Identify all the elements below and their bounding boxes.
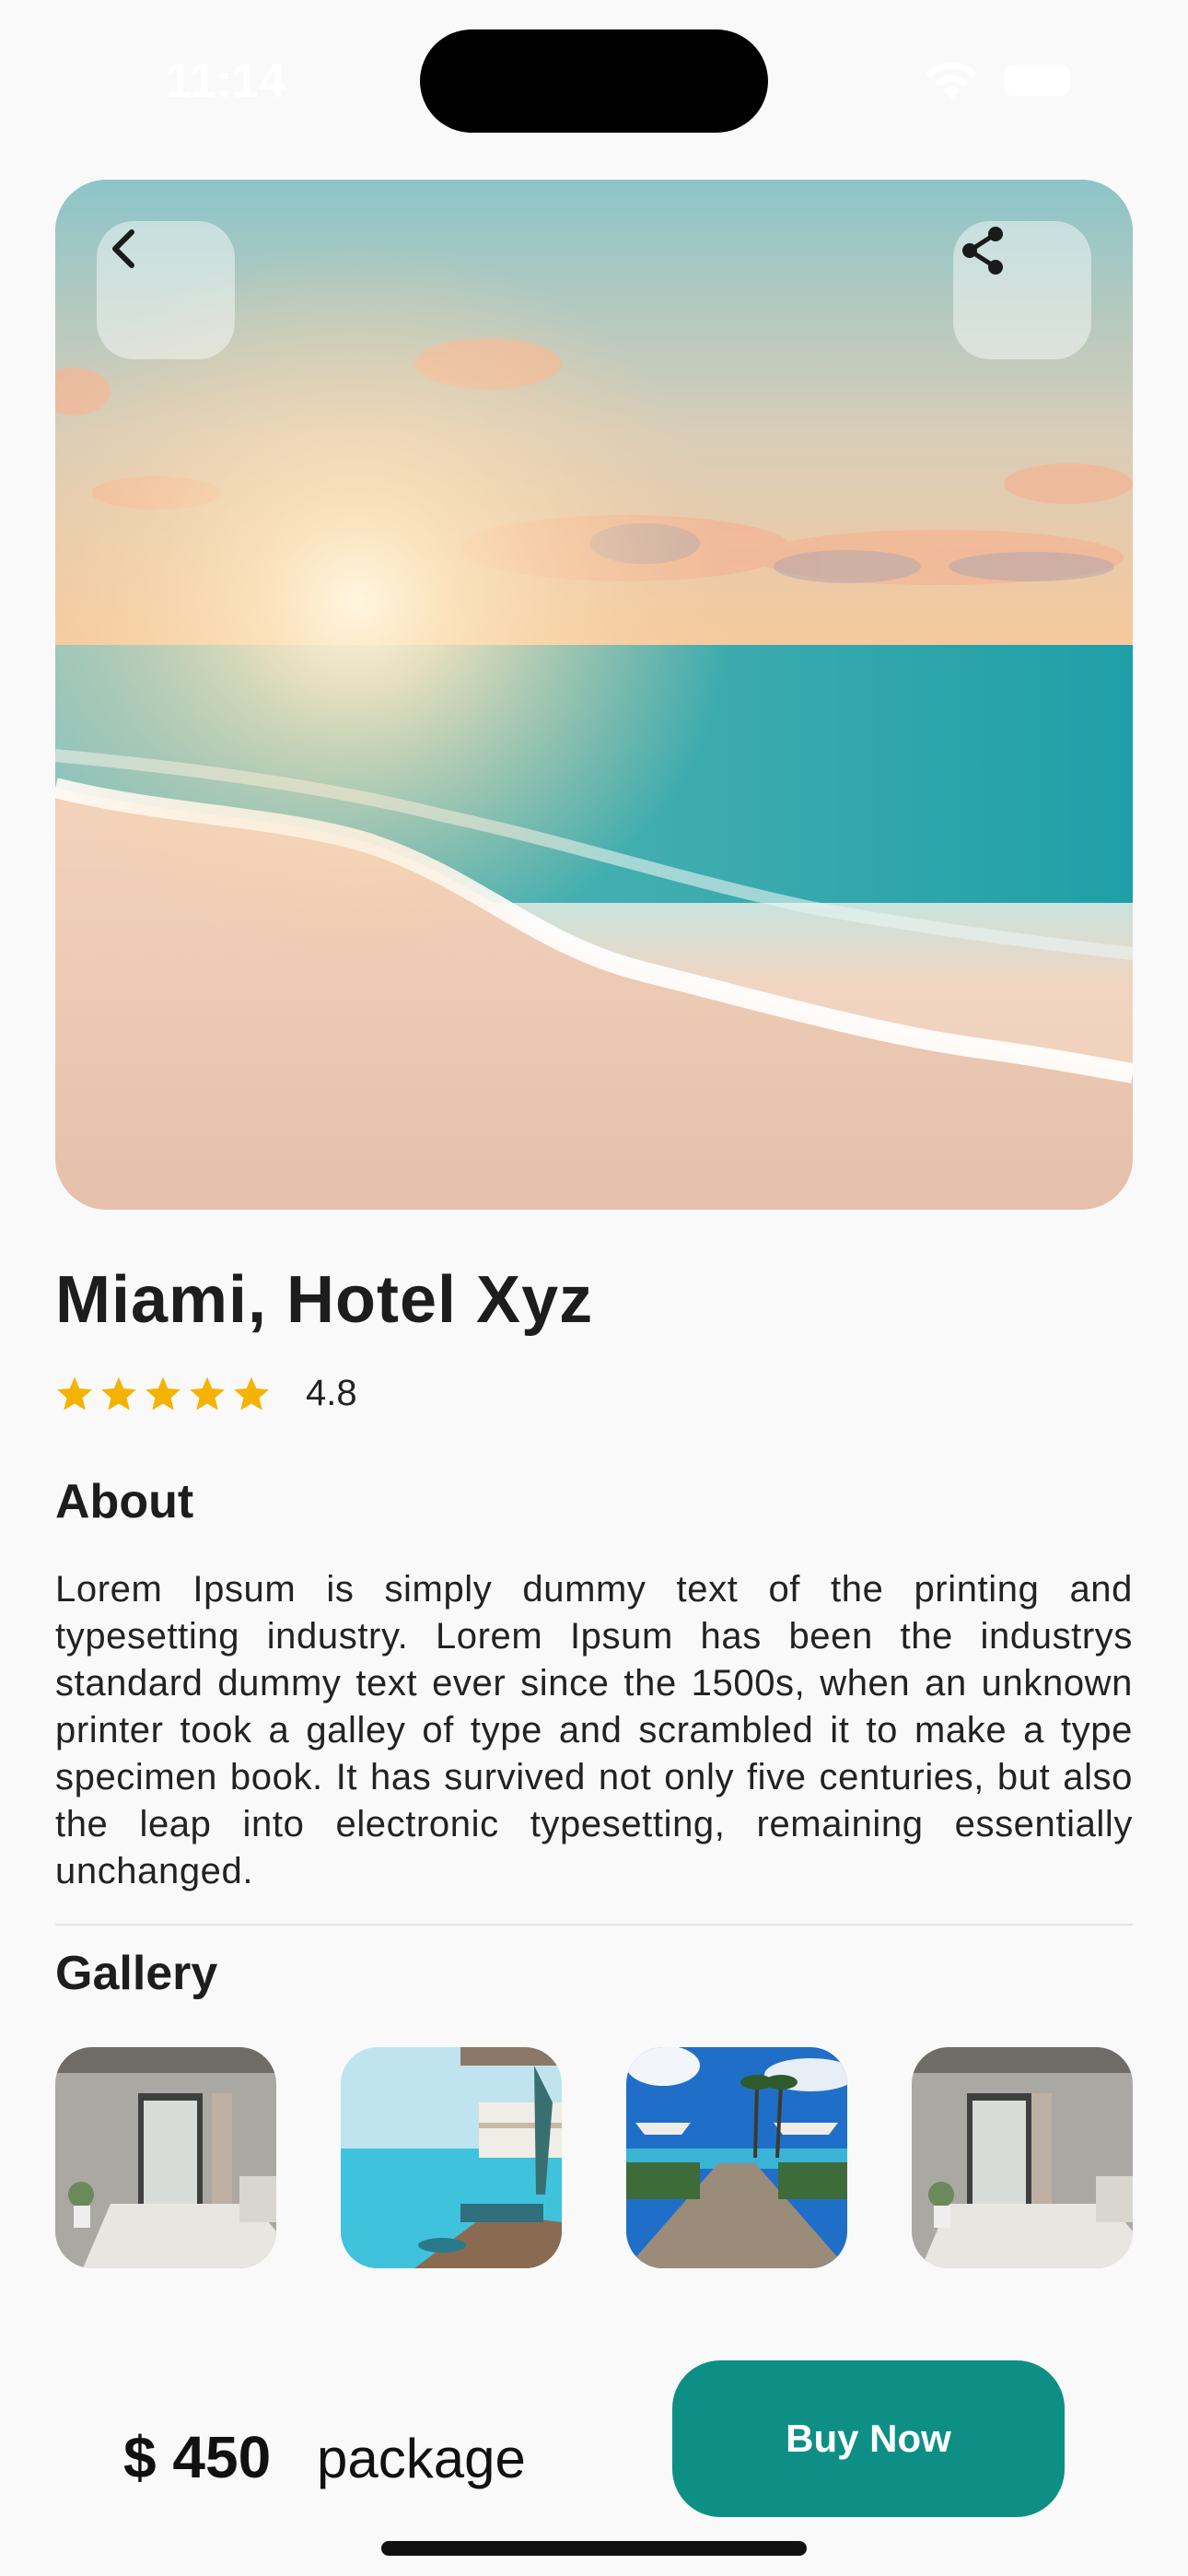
gallery-thumbnail[interactable] [341, 2047, 562, 2268]
star-icon [234, 1376, 269, 1410]
bedroom-image [912, 2047, 1133, 2268]
about-heading: About [55, 1475, 194, 1528]
share-button[interactable] [953, 221, 1091, 359]
gallery-thumbnail[interactable] [55, 2047, 276, 2268]
battery-icon [1004, 64, 1070, 96]
divider [55, 1924, 1133, 1926]
star-icon [101, 1376, 136, 1410]
rating-value: 4.8 [306, 1373, 357, 1413]
status-time: 11:14 [166, 54, 286, 108]
beach-walkway-image [626, 2047, 847, 2268]
rating-row: 4.8 [55, 1373, 357, 1414]
back-button[interactable] [97, 221, 235, 359]
pool-image [341, 2047, 562, 2268]
home-indicator[interactable] [381, 2541, 807, 2556]
buy-now-button[interactable]: Buy Now [672, 2360, 1065, 2517]
hero-image [55, 180, 1133, 1210]
gallery-heading: Gallery [55, 1947, 218, 2000]
status-bar: 11:14 [0, 0, 1188, 166]
star-icon [146, 1376, 181, 1410]
about-text: Lorem Ipsum is simply dummy text of the … [55, 1569, 1133, 1891]
wifi-icon [926, 62, 977, 100]
chevron-left-icon [112, 229, 134, 268]
hotel-title: Miami, Hotel Xyz [55, 1263, 594, 1337]
star-icon [190, 1376, 225, 1410]
gallery-thumbnail[interactable] [912, 2047, 1133, 2268]
price: $ 450 [123, 2424, 272, 2490]
star-icon [57, 1376, 92, 1410]
gallery-row [55, 2047, 1133, 2268]
dynamic-island [420, 29, 768, 133]
share-icon [962, 227, 1003, 275]
gallery-thumbnail[interactable] [626, 2047, 847, 2268]
star-rating [55, 1375, 271, 1413]
price-suffix: package [317, 2428, 526, 2489]
bedroom-image [55, 2047, 276, 2268]
